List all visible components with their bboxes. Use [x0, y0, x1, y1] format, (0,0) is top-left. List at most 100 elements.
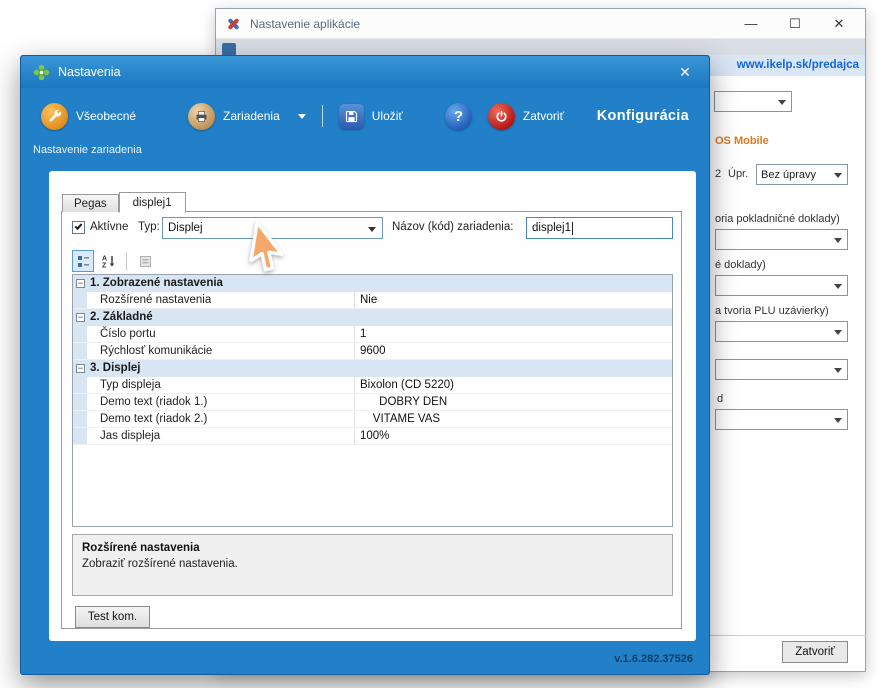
categorized-view-button[interactable]: [72, 250, 94, 272]
tab-displej1[interactable]: displej1: [119, 192, 186, 213]
zatvorit-button-bg[interactable]: Zatvoriť: [782, 641, 848, 663]
collapse-icon[interactable]: −: [76, 364, 85, 373]
property-name: Typ displeja: [87, 377, 355, 393]
property-value: DOBRY DEN: [355, 394, 672, 410]
dropdown-top[interactable]: [714, 91, 792, 112]
type-dropdown-value: Displej: [168, 222, 203, 234]
collapse-icon[interactable]: −: [76, 313, 85, 322]
property-name: Rýchlosť komunikácie: [87, 343, 355, 359]
tab-pegas[interactable]: Pegas: [62, 194, 119, 212]
text-caret: [572, 222, 573, 235]
label-fragment-3: a tvoria PLU uzávierky): [715, 305, 829, 317]
category-label: 3. Displej: [90, 360, 141, 377]
category-indent: [73, 428, 87, 444]
help-description: Zobraziť rozšírené nastavenia.: [82, 558, 663, 570]
property-value: VITAME VAS: [355, 411, 672, 427]
chevron-down-icon: [834, 238, 842, 243]
close-icon[interactable]: ✕: [673, 64, 697, 81]
property-row[interactable]: Demo text (riadok 2.) VITAME VAS: [73, 411, 672, 428]
vseobecne-button[interactable]: Všeobecné: [41, 103, 136, 130]
property-name: Číslo portu: [87, 326, 355, 342]
property-value: Bixolon (CD 5220): [355, 377, 672, 393]
bg-window-title: Nastavenie aplikácie: [250, 17, 360, 31]
property-name: Demo text (riadok 1.): [87, 394, 355, 410]
device-name-value: displej1: [532, 222, 571, 234]
property-row[interactable]: Rozšírené nastavenia Nie: [73, 292, 672, 309]
toolbar-separator: [126, 252, 127, 270]
maximize-icon[interactable]: ☐: [773, 10, 817, 38]
category-indent: [73, 394, 87, 410]
wrench-icon: [41, 103, 68, 130]
website-link[interactable]: www.ikelp.sk/predajca: [690, 55, 865, 76]
aktivne-label: Aktívne: [90, 221, 128, 233]
help-icon: ?: [445, 103, 472, 130]
typ-label: Typ:: [138, 221, 160, 233]
minimize-icon[interactable]: —: [729, 10, 773, 38]
property-row[interactable]: Číslo portu 1: [73, 326, 672, 343]
chevron-down-icon: [834, 368, 842, 373]
zatvorit-button[interactable]: Zatvoriť: [488, 103, 564, 130]
property-name: Jas displeja: [87, 428, 355, 444]
device-icon: [188, 103, 215, 130]
upr-label: Úpr.: [728, 168, 748, 180]
property-help-panel: Rozšírené nastavenia Zobraziť rozšírené …: [72, 534, 673, 596]
zariadenia-button[interactable]: Zariadenia: [188, 103, 306, 130]
category-row[interactable]: − 1. Zobrazené nastavenia: [73, 275, 672, 292]
property-row[interactable]: Typ displeja Bixolon (CD 5220): [73, 377, 672, 394]
aktivne-checkbox[interactable]: [72, 221, 85, 234]
app-icon: [33, 64, 50, 81]
alphabetical-sort-button[interactable]: A Z: [97, 250, 119, 272]
property-value: 9600: [355, 343, 672, 359]
fg-titlebar[interactable]: Nastavenia ✕: [21, 56, 709, 88]
dropdown-1[interactable]: [715, 229, 848, 250]
chevron-down-icon: [834, 418, 842, 423]
property-name: Rozšírené nastavenia: [87, 292, 355, 308]
property-value: 1: [355, 326, 672, 342]
close-icon[interactable]: ✕: [817, 10, 861, 38]
property-grid: − 1. Zobrazené nastavenia Rozšírené nast…: [72, 274, 673, 527]
test-kom-button[interactable]: Test kom.: [75, 606, 150, 628]
property-row[interactable]: Jas displeja 100%: [73, 428, 672, 445]
fg-window-title: Nastavenia: [58, 65, 121, 79]
dropdown-upravy-value: Bez úpravy: [761, 169, 816, 181]
chevron-down-icon: [834, 330, 842, 335]
app-icon: [226, 16, 241, 31]
svg-text:Z: Z: [102, 263, 107, 269]
version-label: v.1.6.282.37526: [614, 653, 693, 665]
property-row[interactable]: Demo text (riadok 1.) DOBRY DEN: [73, 394, 672, 411]
dropdown-4[interactable]: [715, 359, 848, 380]
tab-page: Aktívne Typ: Displej Názov (kód) zariade…: [61, 211, 682, 629]
chevron-down-icon: [778, 100, 786, 105]
ulozit-button[interactable]: Uložiť: [339, 104, 403, 129]
dropdown-2[interactable]: [715, 275, 848, 296]
label-fragment-2: é doklady): [715, 259, 766, 271]
dropdown-5[interactable]: [715, 409, 848, 430]
mobile-label: OS Mobile: [715, 135, 769, 147]
check-icon: [75, 222, 83, 230]
chevron-down-icon: [834, 284, 842, 289]
property-value: Nie: [355, 292, 672, 308]
device-name-label: Názov (kód) zariadenia:: [392, 221, 513, 233]
category-row[interactable]: − 3. Displej: [73, 360, 672, 377]
dropdown-upravy[interactable]: Bez úpravy: [756, 164, 848, 185]
chevron-down-icon[interactable]: [298, 114, 306, 119]
screen: Nastavenie aplikácie — ☐ ✕ www.ikelp.sk/…: [0, 0, 879, 688]
label-fragment-1: oria pokladničné doklady): [715, 213, 840, 225]
upr-value: 2: [715, 168, 721, 180]
category-row[interactable]: − 2. Základné: [73, 309, 672, 326]
mode-label: Konfigurácia: [597, 108, 689, 124]
bottom-separator: [690, 635, 866, 636]
property-row[interactable]: Rýchlosť komunikácie 9600: [73, 343, 672, 360]
collapse-icon[interactable]: −: [76, 279, 85, 288]
vseobecne-label: Všeobecné: [76, 109, 136, 123]
ulozit-label: Uložiť: [372, 109, 403, 123]
content-panel: Pegas displej1 Aktívne Typ: Displej Názo…: [49, 171, 696, 641]
category-indent: [73, 411, 87, 427]
device-name-input[interactable]: displej1: [526, 217, 673, 239]
property-pages-button[interactable]: [134, 250, 156, 272]
help-button[interactable]: ?: [445, 103, 472, 130]
dropdown-3[interactable]: [715, 321, 848, 342]
bg-titlebar[interactable]: Nastavenie aplikácie — ☐ ✕: [216, 9, 865, 39]
fg-toolbar: Všeobecné Zariadenia: [21, 88, 709, 144]
power-icon: [488, 103, 515, 130]
